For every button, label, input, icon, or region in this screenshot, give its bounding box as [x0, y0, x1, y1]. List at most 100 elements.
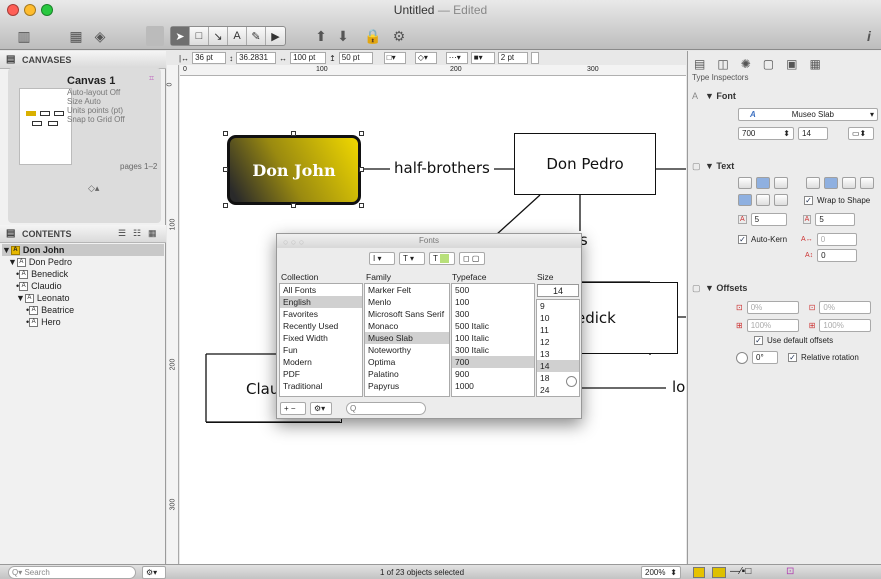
- list-item[interactable]: 12: [537, 336, 579, 348]
- height-field[interactable]: 50 pt: [338, 52, 373, 64]
- tree-item[interactable]: ▼ A Don John: [2, 244, 164, 256]
- align-option-button[interactable]: [842, 177, 856, 189]
- list-item[interactable]: Favorites: [280, 308, 362, 320]
- shape-popup[interactable]: ◇▾: [414, 52, 437, 64]
- panel-traffic-lights-icon[interactable]: ○ ○ ○: [283, 236, 304, 249]
- grid-view-icon[interactable]: ▦: [148, 228, 157, 239]
- natural-align-button[interactable]: [824, 177, 838, 189]
- list-item[interactable]: Menlo: [365, 296, 449, 308]
- family-list[interactable]: Marker Felt Menlo Microsoft Sans Serif M…: [364, 283, 450, 397]
- selection-handle[interactable]: [223, 203, 228, 208]
- object-inspector-icon[interactable]: ▣: [786, 57, 797, 71]
- underline-popup[interactable]: I ▾: [369, 252, 395, 265]
- list-item[interactable]: 11: [537, 324, 579, 336]
- font-size-field[interactable]: 14: [798, 127, 828, 140]
- tree-item[interactable]: • A Hero: [2, 316, 164, 328]
- list-item[interactable]: Palatino: [365, 368, 449, 380]
- rotation-field[interactable]: 0°: [752, 351, 778, 364]
- add-remove-collection-buttons[interactable]: + −: [280, 402, 306, 415]
- list-item[interactable]: All Fonts: [280, 284, 362, 296]
- list-item[interactable]: Fixed Width: [280, 332, 362, 344]
- auto-kern-checkbox[interactable]: ✓: [738, 235, 747, 244]
- valign-bottom-button[interactable]: [774, 194, 788, 206]
- list-item[interactable]: 900: [452, 368, 534, 380]
- edge-label-half-brothers[interactable]: half-brothers: [390, 159, 494, 177]
- shape-style-icon[interactable]: ⊡: [786, 566, 794, 577]
- canvas-inspector-icon[interactable]: ✺: [741, 57, 751, 71]
- font-color-popup[interactable]: ▭⬍: [848, 127, 874, 140]
- offset-c-field[interactable]: 100%: [746, 319, 799, 332]
- justify-button[interactable]: [806, 177, 820, 189]
- collection-list[interactable]: All Fonts English Favorites Recently Use…: [279, 283, 363, 397]
- list-item[interactable]: PDF: [280, 368, 362, 380]
- size-field[interactable]: 14: [537, 284, 579, 297]
- tree-item[interactable]: ▼ A Leonato: [2, 292, 164, 304]
- back-icon[interactable]: ⬇: [334, 26, 352, 46]
- list-item[interactable]: Noteworthy: [365, 344, 449, 356]
- list-item[interactable]: 100: [452, 296, 534, 308]
- font-section-header[interactable]: A ▼ Font: [692, 91, 736, 101]
- list-item[interactable]: 700: [452, 356, 534, 368]
- width-field[interactable]: 100 pt: [290, 52, 327, 64]
- action-gear-icon[interactable]: ⚙▾: [142, 566, 166, 579]
- rotation-knob-icon[interactable]: [736, 351, 748, 364]
- align-right-button[interactable]: [774, 177, 788, 189]
- properties-inspector-icon[interactable]: ◫: [717, 57, 728, 71]
- list-item[interactable]: Marker Felt: [365, 284, 449, 296]
- list-item[interactable]: 500 Italic: [452, 320, 534, 332]
- list-item[interactable]: 14: [537, 360, 579, 372]
- tree-item[interactable]: • A Beatrice: [2, 304, 164, 316]
- list-item[interactable]: Monaco: [365, 320, 449, 332]
- style-inspector-icon[interactable]: ▤: [694, 57, 705, 71]
- selection-handle[interactable]: [359, 203, 364, 208]
- selection-handle[interactable]: [291, 131, 296, 136]
- align-center-button[interactable]: [756, 177, 770, 189]
- spacing-b-field[interactable]: 5: [815, 213, 856, 226]
- offset-d-field[interactable]: 100%: [819, 319, 872, 332]
- selection-handle[interactable]: [291, 203, 296, 208]
- relative-rotation-checkbox[interactable]: ✓: [788, 353, 797, 362]
- tree-item[interactable]: • A Claudio: [2, 280, 164, 292]
- inspector-info-icon[interactable]: i: [861, 26, 877, 46]
- fonts-search-input[interactable]: Q: [346, 402, 426, 415]
- shadow-popup[interactable]: □▾: [383, 52, 406, 64]
- document-color-button[interactable]: ◻ ▢: [459, 252, 485, 265]
- valign-top-button[interactable]: [738, 194, 752, 206]
- stroke-color-popup[interactable]: ■▾: [470, 52, 495, 64]
- line-tool-icon[interactable]: ↘: [209, 27, 228, 45]
- list-item[interactable]: 500: [452, 284, 534, 296]
- stencil-inspector-icon[interactable]: ▦: [809, 57, 820, 71]
- sidebar-toggle-icon[interactable]: ▥: [14, 26, 34, 46]
- search-input[interactable]: Q▾ Search: [8, 566, 136, 579]
- kern-field[interactable]: 0: [816, 233, 857, 246]
- zoom-popup[interactable]: 200% ⬍: [641, 566, 681, 579]
- offset-a-field[interactable]: 0%: [746, 301, 799, 314]
- fill-color-icon[interactable]: [693, 567, 705, 578]
- wrap-to-shape-checkbox[interactable]: ✓: [804, 195, 813, 205]
- node-benedick[interactable]: edick: [576, 282, 678, 354]
- align-left-button[interactable]: [738, 177, 752, 189]
- use-default-offsets-checkbox[interactable]: ✓: [754, 336, 763, 345]
- inspector-grid-icon[interactable]: ▦: [66, 26, 86, 46]
- list-item[interactable]: 300: [452, 308, 534, 320]
- list-item[interactable]: 10: [537, 312, 579, 324]
- text-color-button[interactable]: T: [429, 252, 455, 265]
- tree-item[interactable]: ▼ A Don Pedro: [2, 256, 164, 268]
- shape-tool-icon[interactable]: □: [190, 27, 209, 45]
- edge-label-partial[interactable]: lo: [670, 378, 686, 396]
- size-list[interactable]: 9 10 11 12 13 14 18 24: [536, 299, 580, 397]
- stroke-color-icon[interactable]: [712, 567, 726, 578]
- size-slider-knob[interactable]: [566, 376, 577, 387]
- list-item[interactable]: English: [280, 296, 362, 308]
- y-field[interactable]: 36.2831: [236, 52, 277, 64]
- node-don-pedro[interactable]: Don Pedro: [514, 133, 656, 195]
- selection-handle[interactable]: [359, 131, 364, 136]
- list-item[interactable]: 300 Italic: [452, 344, 534, 356]
- action-browse-icon[interactable]: ▶: [266, 27, 285, 45]
- line-style-icon[interactable]: —⁄▪□: [730, 566, 751, 577]
- stroke-width-field[interactable]: 2 pt: [497, 52, 528, 64]
- hierarchy-view-icon[interactable]: ☷: [133, 228, 141, 239]
- list-item[interactable]: Modern: [280, 356, 362, 368]
- tree-item[interactable]: • A Benedick: [2, 268, 164, 280]
- offset-b-field[interactable]: 0%: [819, 301, 872, 314]
